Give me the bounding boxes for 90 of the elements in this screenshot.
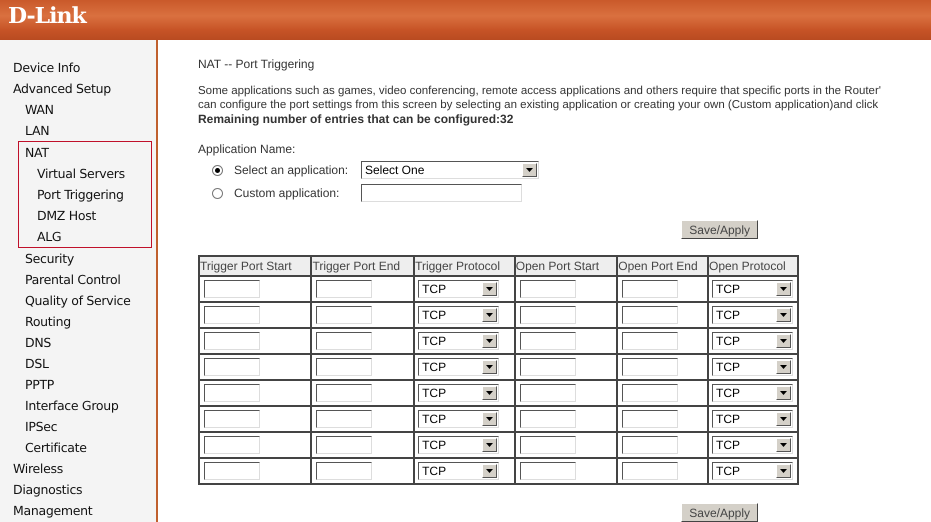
input-field[interactable]	[316, 436, 372, 454]
application-name-label: Application Name:	[198, 141, 296, 158]
input-field[interactable]	[316, 280, 372, 298]
input-field[interactable]	[204, 306, 260, 324]
input-field[interactable]	[622, 358, 678, 376]
sidebar-item[interactable]: Routing	[0, 311, 156, 332]
sidebar-item[interactable]: Port Triggering	[19, 184, 151, 205]
protocol-select[interactable]: TCP	[712, 384, 793, 402]
sidebar-item[interactable]: Wireless	[0, 458, 156, 479]
input-field[interactable]	[204, 436, 260, 454]
input-field[interactable]	[361, 184, 522, 202]
sidebar-item[interactable]: Parental Control	[0, 269, 156, 290]
input-field[interactable]	[622, 280, 678, 298]
input-field[interactable]	[520, 462, 576, 480]
save-apply-button[interactable]: Save/Apply	[681, 503, 758, 522]
protocol-select[interactable]: TCP	[712, 410, 793, 428]
input-field[interactable]	[204, 462, 260, 480]
column-header: Open Protocol	[708, 256, 798, 276]
sidebar-item[interactable]: PPTP	[0, 374, 156, 395]
input-field[interactable]	[520, 436, 576, 454]
description-text: can configure the port settings from this screen by selecting an existing application or creating your own (Custom application)and click	[198, 98, 880, 112]
protocol-select[interactable]: TCP	[712, 280, 793, 298]
sidebar-item[interactable]: LAN	[0, 120, 156, 141]
protocol-select[interactable]: TCP	[418, 384, 500, 402]
protocol-select[interactable]: TCP	[418, 332, 500, 350]
page-title: NAT -- Port Triggering	[198, 57, 316, 71]
input-field[interactable]	[520, 358, 576, 376]
input-field[interactable]	[204, 358, 260, 376]
input-field[interactable]	[622, 306, 678, 324]
input-field[interactable]	[520, 384, 576, 402]
sidebar-item[interactable]: NAT	[19, 142, 151, 163]
sidebar-item[interactable]: Certificate	[0, 437, 156, 458]
input-field[interactable]	[622, 462, 678, 480]
input-field[interactable]	[622, 436, 678, 454]
input-field[interactable]	[316, 358, 372, 376]
protocol-select[interactable]: TCP	[418, 280, 500, 298]
sidebar-item[interactable]: DNS	[0, 332, 156, 353]
sidebar-item[interactable]: Interface Group	[0, 395, 156, 416]
column-header: Open Port Start	[514, 256, 618, 276]
protocol-select[interactable]: TCP	[418, 306, 500, 324]
sidebar-item[interactable]: IPSec	[0, 416, 156, 437]
sidebar-item[interactable]: Advanced Setup	[0, 78, 156, 99]
protocol-select[interactable]: TCP	[418, 436, 500, 454]
protocol-select[interactable]: TCP	[418, 358, 500, 376]
column-header: Trigger Port Start	[199, 256, 312, 276]
protocol-select[interactable]: TCP	[712, 306, 793, 324]
application-select[interactable]: Select One	[361, 161, 539, 179]
protocol-select[interactable]: TCP	[712, 462, 793, 480]
input-field[interactable]	[204, 280, 260, 298]
column-header: Open Port End	[617, 256, 708, 276]
sidebar-item[interactable]: Diagnostics	[0, 479, 156, 500]
input-field[interactable]	[622, 332, 678, 350]
sidebar-item[interactable]: DSL	[0, 353, 156, 374]
logo: D-Link	[8, 4, 86, 28]
protocol-select[interactable]: TCP	[712, 332, 793, 350]
input-field[interactable]	[316, 384, 372, 402]
input-field[interactable]	[316, 462, 372, 480]
input-field[interactable]	[204, 410, 260, 428]
remaining-entries-text: Remaining number of entries that can be configured:32	[198, 112, 514, 126]
input-field[interactable]	[316, 332, 372, 350]
protocol-select[interactable]: TCP	[712, 358, 793, 376]
sidebar-item[interactable]: Management	[0, 500, 156, 521]
radio-button[interactable]	[212, 188, 223, 198]
sidebar-item[interactable]: WAN	[0, 99, 156, 120]
input-field[interactable]	[316, 410, 372, 428]
input-field[interactable]	[520, 280, 576, 298]
protocol-select[interactable]: TCP	[712, 436, 793, 454]
input-field[interactable]	[520, 410, 576, 428]
protocol-select[interactable]: TCP	[418, 462, 500, 480]
column-header: Trigger Port End	[311, 256, 414, 276]
input-field[interactable]	[520, 332, 576, 350]
option-label: Select an application:	[234, 162, 350, 179]
option-label: Custom application:	[234, 185, 340, 202]
save-apply-button[interactable]: Save/Apply	[681, 220, 758, 239]
column-header: Trigger Protocol	[414, 256, 515, 276]
protocol-select[interactable]: TCP	[418, 410, 500, 428]
input-field[interactable]	[316, 306, 372, 324]
sidebar-item[interactable]: Virtual Servers	[19, 163, 151, 184]
input-field[interactable]	[622, 410, 678, 428]
input-field[interactable]	[204, 384, 260, 402]
sidebar-item[interactable]: Quality of Service	[0, 290, 156, 311]
sidebar-item[interactable]: ALG	[19, 226, 151, 247]
radio-button[interactable]	[212, 164, 223, 176]
description-text: Some applications such as games, video conferencing, remote access applications and others require that specific ports in the Router'	[198, 84, 882, 98]
input-field[interactable]	[520, 306, 576, 324]
input-field[interactable]	[622, 384, 678, 402]
sidebar-item[interactable]: Device Info	[0, 57, 156, 78]
sidebar-item[interactable]: Security	[0, 248, 156, 269]
sidebar-item[interactable]: DMZ Host	[19, 205, 151, 226]
input-field[interactable]	[204, 332, 260, 350]
